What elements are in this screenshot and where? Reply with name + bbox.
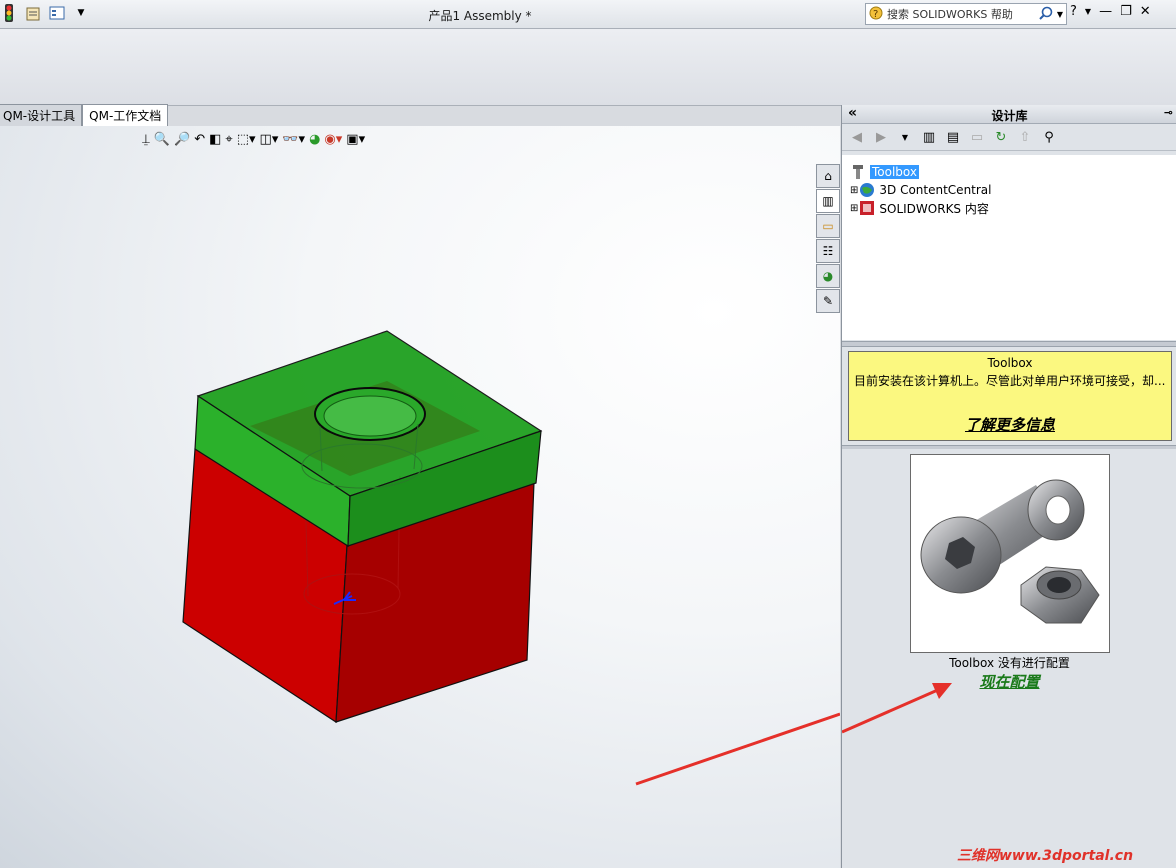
sw-content-icon	[859, 200, 875, 216]
home-icon[interactable]: ⌂	[816, 164, 840, 188]
help-dropdown-icon[interactable]: ▼	[1085, 7, 1091, 16]
search-icon[interactable]	[1038, 6, 1054, 23]
view-palette-icon[interactable]: ☷	[816, 239, 840, 263]
library-tree: Toolbox ⊞ 3D ContentCentral ⊞ SOLIDWORKS…	[842, 155, 1176, 340]
close-icon[interactable]: ✕	[1140, 4, 1151, 19]
learn-more-link[interactable]: 了解更多信息	[849, 414, 1171, 435]
graphics-area[interactable]: ⍊ 🔍 🔎 ↶ ◧ ⌖ ⬚▾ ◫▾ 👓▾ ◕ ◉▾ ▣▾ ⌂ ▥ ▭ ☷ ◕ ✎	[0, 126, 840, 868]
toolbox-fasteners-image	[910, 454, 1110, 653]
window-controls: ? ▼ — ❐ ✕	[1070, 4, 1151, 19]
svg-text:?: ?	[873, 9, 878, 20]
panel-title: 设计库	[991, 109, 1028, 123]
annotation-arrowhead	[842, 683, 952, 734]
globe-icon	[859, 182, 875, 198]
custom-properties-icon[interactable]: ✎	[816, 289, 840, 313]
preview-area: Toolbox 没有进行配置 现在配置	[842, 449, 1176, 868]
toolbox-info-box: Toolbox 目前安装在该计算机上。尽管此对单用户环境可接受，却... 了解更…	[848, 351, 1172, 441]
tree-item-label: SOLIDWORKS 内容	[879, 201, 989, 216]
panel-header: « 设计库 ⊸	[842, 105, 1176, 124]
command-manager	[0, 29, 1176, 106]
tree-item-3d-contentcentral[interactable]: ⊞ 3D ContentCentral	[850, 181, 992, 199]
appearances-icon[interactable]: ◕	[816, 264, 840, 288]
design-library-icon[interactable]: ▥	[816, 189, 840, 213]
window-title: 产品1 Assembly *	[428, 9, 532, 23]
expand-icon[interactable]: ⊞	[850, 203, 858, 214]
expand-icon[interactable]: ⊞	[850, 185, 858, 196]
task-pane-tabs: ⌂ ▥ ▭ ☷ ◕ ✎	[816, 164, 840, 313]
panel-toolbar: ◀ ▶ ▼ ▥ ▤ ▭ ↻ ⇧ ⚲	[842, 124, 1176, 151]
back-icon[interactable]: ◀	[848, 128, 866, 146]
help-icon: ?	[869, 6, 883, 23]
title-bar: ▼ 产品1 Assembly * ? 搜索 SOLIDWORKS 帮助 ▼ ? …	[0, 0, 1176, 29]
help-search-input[interactable]: ? 搜索 SOLIDWORKS 帮助 ▼	[865, 3, 1067, 25]
annotation-arrow	[635, 712, 840, 786]
info-body: 目前安装在该计算机上。尽管此对单用户环境可接受，却...	[854, 374, 1166, 388]
tree-item-label: Toolbox	[870, 165, 919, 179]
watermark: 三维网www.3dportal.cn	[957, 848, 1134, 864]
toolbox-settings-icon[interactable]: ⚲	[1040, 128, 1058, 146]
tab-qm-design-tools[interactable]: QM-设计工具	[0, 104, 83, 126]
tree-item-toolbox[interactable]: Toolbox	[850, 163, 919, 181]
create-new-folder-icon[interactable]: ▭	[968, 128, 986, 146]
search-dropdown-icon[interactable]: ▼	[1057, 10, 1063, 19]
refresh-icon[interactable]: ↻	[992, 128, 1010, 146]
document-tabs: QM-设计工具 QM-工作文档	[0, 104, 169, 126]
add-file-location-icon[interactable]: ▤	[944, 128, 962, 146]
up-folder-icon[interactable]: ⇧	[1016, 128, 1034, 146]
restore-icon[interactable]: ❐	[1120, 4, 1132, 19]
minimize-icon[interactable]: —	[1099, 4, 1112, 19]
tree-splitter[interactable]	[842, 341, 1176, 347]
tab-qm-work-docs[interactable]: QM-工作文档	[82, 104, 169, 126]
tree-item-label: 3D ContentCentral	[879, 183, 992, 197]
design-library-panel: « 设计库 ⊸ ◀ ▶ ▼ ▥ ▤ ▭ ↻ ⇧ ⚲ Toolbox ⊞ 3D C…	[841, 105, 1176, 868]
forward-dropdown-icon[interactable]: ▼	[896, 128, 914, 146]
forward-icon[interactable]: ▶	[872, 128, 890, 146]
help-menu-icon[interactable]: ?	[1070, 4, 1077, 19]
file-explorer-icon[interactable]: ▭	[816, 214, 840, 238]
add-to-library-icon[interactable]: ▥	[920, 128, 938, 146]
tree-item-solidworks-content[interactable]: ⊞ SOLIDWORKS 内容	[850, 199, 989, 217]
info-heading: Toolbox	[987, 356, 1033, 370]
assembly-model[interactable]	[0, 126, 840, 868]
toolbox-icon	[850, 164, 866, 180]
pin-icon[interactable]: ⊸	[1164, 106, 1173, 119]
search-placeholder: 搜索 SOLIDWORKS 帮助	[887, 8, 1013, 21]
